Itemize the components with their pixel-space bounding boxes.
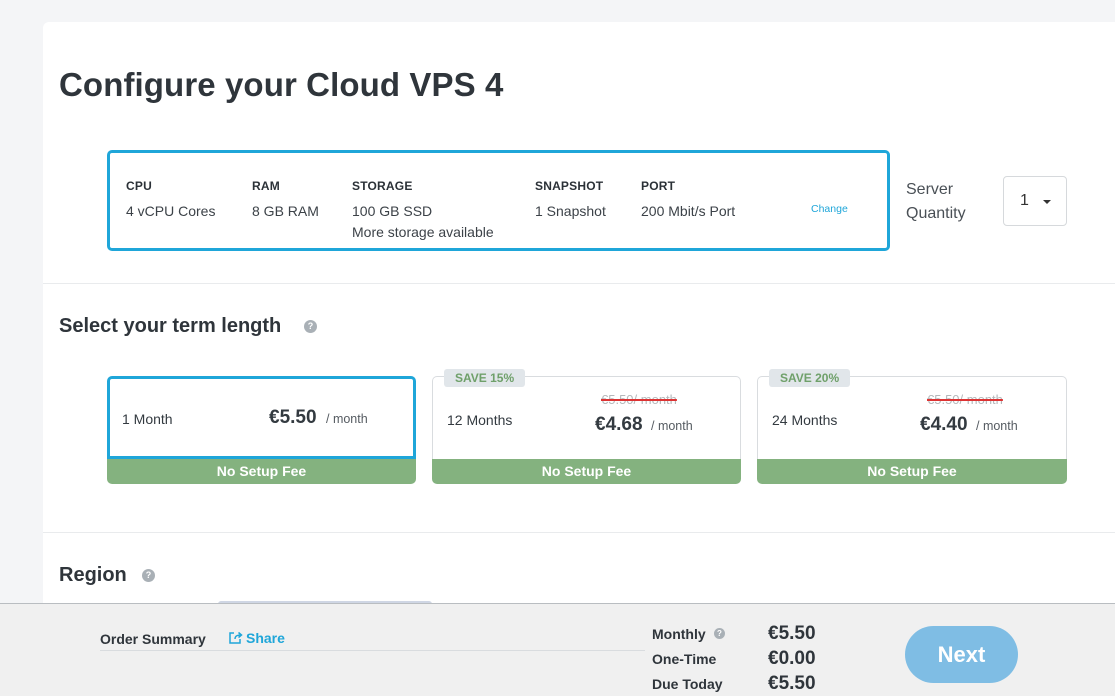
help-icon[interactable]: ? (304, 320, 317, 333)
server-quantity-select[interactable]: 1 (1003, 176, 1067, 226)
change-config-link[interactable]: Change (811, 203, 848, 215)
qty-label-line2: Quantity (906, 205, 966, 222)
term-option-box: SAVE 15% 12 Months €5.50/ month €4.68 / … (432, 369, 741, 459)
setup-fee-banner: No Setup Fee (432, 459, 741, 484)
config-summary-box: CPU 4 vCPU Cores RAM 8 GB RAM STORAGE 10… (107, 150, 890, 251)
spec-value-main: 100 GB SSD (352, 203, 433, 219)
onetime-value: €0.00 (768, 648, 816, 669)
monthly-value: €5.50 (768, 623, 816, 644)
term-name: 24 Months (772, 412, 838, 428)
term-old-price: €5.50/ month (601, 392, 677, 407)
qty-label-line1: Server (906, 181, 954, 198)
spec-value: 200 Mbit/s Port (641, 203, 736, 219)
term-option-24-months[interactable]: SAVE 20% 24 Months €5.50/ month €4.40 / … (757, 369, 1067, 484)
help-icon[interactable]: ? (142, 569, 155, 582)
term-per: / month (326, 412, 368, 426)
onetime-label: One-Time (652, 651, 717, 667)
term-option-1-month[interactable]: 1 Month €5.50 / month No Setup Fee (107, 376, 416, 484)
share-icon (229, 631, 243, 644)
term-per: / month (651, 419, 693, 433)
term-price: €5.50 (269, 407, 317, 428)
spec-port: PORT 200 Mbit/s Port (641, 179, 735, 222)
next-button[interactable]: Next (905, 626, 1018, 683)
term-option-box: 1 Month €5.50 / month (107, 376, 416, 459)
summary-divider (100, 650, 645, 651)
page-title: Configure your Cloud VPS 4 (59, 66, 504, 103)
caret-down-icon (1043, 200, 1051, 204)
order-summary-bar: Order Summary Share Monthly ? €5.50 One-… (0, 603, 1115, 696)
spec-cpu: CPU 4 vCPU Cores (126, 179, 215, 222)
spec-value: 100 GB SSD More storage available (352, 201, 494, 243)
save-badge: SAVE 20% (769, 369, 851, 387)
order-summary-title: Order Summary (100, 631, 206, 647)
spec-value: 4 vCPU Cores (126, 203, 216, 219)
region-section-title: Region (59, 564, 127, 586)
spec-value: 8 GB RAM (252, 203, 319, 219)
spec-label: SNAPSHOT (535, 179, 604, 193)
term-name: 12 Months (447, 412, 513, 428)
spec-snapshot: SNAPSHOT 1 Snapshot (535, 179, 606, 222)
section-divider (43, 532, 1115, 533)
spec-label: STORAGE (352, 179, 413, 193)
spec-value: 1 Snapshot (535, 203, 606, 219)
spec-value-extra: More storage available (352, 224, 494, 240)
term-price: €4.40 (920, 414, 968, 435)
monthly-label: Monthly (652, 626, 706, 642)
share-label: Share (246, 630, 285, 646)
spec-label: CPU (126, 179, 152, 193)
server-quantity-label: Server Quantity (906, 178, 966, 226)
term-option-box: SAVE 20% 24 Months €5.50/ month €4.40 / … (757, 369, 1067, 459)
quantity-value: 1 (1020, 192, 1029, 209)
save-badge: SAVE 15% (444, 369, 526, 387)
help-icon[interactable]: ? (714, 628, 725, 639)
spec-label: PORT (641, 179, 676, 193)
term-per: / month (976, 419, 1018, 433)
setup-fee-banner: No Setup Fee (107, 459, 416, 484)
term-old-price: €5.50/ month (927, 392, 1003, 407)
spec-label: RAM (252, 179, 280, 193)
section-divider (43, 283, 1115, 284)
term-option-12-months[interactable]: SAVE 15% 12 Months €5.50/ month €4.68 / … (432, 369, 741, 484)
setup-fee-banner: No Setup Fee (757, 459, 1067, 484)
spec-storage: STORAGE 100 GB SSD More storage availabl… (352, 179, 494, 243)
due-today-label: Due Today (652, 676, 723, 692)
term-section-title: Select your term length (59, 315, 282, 337)
share-link[interactable]: Share (228, 630, 285, 646)
term-name: 1 Month (122, 411, 173, 427)
term-price: €4.68 (595, 414, 643, 435)
due-today-value: €5.50 (768, 673, 816, 694)
spec-ram: RAM 8 GB RAM (252, 179, 319, 222)
config-card: Configure your Cloud VPS 4 CPU 4 vCPU Co… (43, 22, 1115, 696)
